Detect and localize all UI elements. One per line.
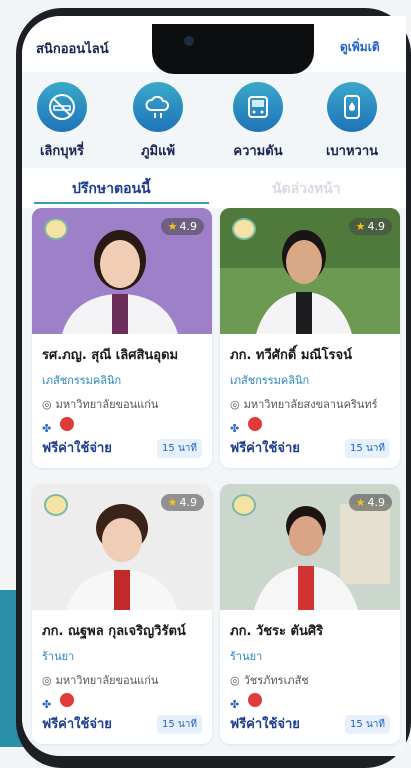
doctor-info: ภก. ณฐพล กุลเจริญวิรัตน์ ร้านยา ◎ มหาวิทย…: [32, 610, 212, 744]
allergy-cloud-icon: [133, 82, 183, 132]
doctor-card[interactable]: ★ 4.9 ภก. ทวีศักดิ์ มณีโรจน์ เภสัชกรรมคลิ…: [220, 208, 400, 468]
duration-badge: 15 นาที: [157, 715, 202, 734]
doctor-info: ภก. ทวีศักดิ์ มณีโรจน์ เภสัชกรรมคลินิก ◎…: [220, 334, 400, 468]
hospital-logo: [232, 218, 256, 240]
location-pin-icon: ◎: [42, 398, 52, 411]
doctor-location: ◎ มหาวิทยาลัยขอนแก่น: [42, 671, 204, 689]
rating-badge: ★ 4.9: [160, 218, 204, 235]
category-diabetes[interactable]: เบาหวาน: [312, 82, 392, 161]
doctor-info: รศ.ภญ. สุณี เลิศสินอุดม เภสัชกรรมคลินิก …: [32, 334, 212, 468]
doctor-specialty: ร้านยา: [230, 650, 263, 663]
tab-consult-now[interactable]: ปรึกษาตอนนี้: [72, 178, 151, 200]
doctor-photo: ★ 4.9: [220, 484, 400, 610]
pharmacy-badge-icon: ✤: [230, 698, 240, 711]
see-more-link[interactable]: ดูเพิ่มเติ: [340, 38, 380, 57]
doctor-location: ◎ วัชรภัทรเภสัช: [230, 671, 392, 689]
tab-book-appointment[interactable]: นัดล่วงหน้า: [272, 178, 341, 200]
rating-value: 4.9: [367, 220, 386, 233]
duration-badge: 15 นาที: [157, 439, 202, 458]
consult-tabs: ปรึกษาตอนนี้ นัดล่วงหน้า: [22, 168, 406, 208]
pharmacy-badge-icon: ✤: [42, 422, 52, 435]
red-badge-icon: [248, 417, 262, 431]
doctor-card[interactable]: ★ 4.9 ภก. วัชระ ตันศิริ ร้านยา ◎ วัชรภัทรเ…: [220, 484, 400, 744]
badges: ✤: [42, 693, 204, 711]
glucose-meter-icon: [327, 82, 377, 132]
location-pin-icon: ◎: [42, 674, 52, 687]
hospital-logo: [44, 494, 68, 516]
category-allergy[interactable]: ภูมิแพ้: [118, 82, 198, 161]
hospital-logo: [44, 218, 68, 240]
location-text: วัชรภัทรเภสัช: [243, 674, 309, 687]
star-icon: ★: [167, 496, 178, 509]
app-screen: สนิกออนไลน์ ดูเพิ่มเติ เลิกบุหรี่ ภูมิแพ…: [22, 16, 406, 756]
star-icon: ★: [355, 496, 366, 509]
price-label: ฟรีค่าใช้จ่าย: [42, 717, 112, 732]
star-icon: ★: [355, 220, 366, 233]
no-smoking-icon: [37, 82, 87, 132]
doctor-grid: ★ 4.9 รศ.ภญ. สุณี เลิศสินอุดม เภสัชกรรมคล…: [22, 208, 406, 756]
hospital-logo: [232, 494, 256, 516]
category-label: ภูมิแพ้: [140, 144, 176, 159]
section-title: สนิกออนไลน์: [36, 42, 109, 57]
doctor-card[interactable]: ★ 4.9 ภก. ณฐพล กุลเจริญวิรัตน์ ร้านยา ◎ มห…: [32, 484, 212, 744]
doctor-photo: ★ 4.9: [220, 208, 400, 334]
blood-pressure-monitor-icon: [233, 82, 283, 132]
price-label: ฟรีค่าใช้จ่าย: [42, 441, 112, 456]
doctor-photo: ★ 4.9: [32, 484, 212, 610]
doctor-specialty: เภสัชกรรมคลินิก: [230, 374, 310, 387]
star-icon: ★: [167, 220, 178, 233]
doctor-specialty: เภสัชกรรมคลินิก: [42, 374, 122, 387]
category-label: ความดัน: [233, 144, 283, 159]
red-badge-icon: [60, 693, 74, 707]
camera-icon: [184, 36, 194, 46]
price-label: ฟรีค่าใช้จ่าย: [230, 441, 300, 456]
rating-value: 4.9: [179, 220, 198, 233]
rating-value: 4.9: [179, 496, 198, 509]
badges: ✤: [230, 417, 392, 435]
doctor-specialty: ร้านยา: [42, 650, 75, 663]
category-row: เลิกบุหรี่ ภูมิแพ้ ความดัน เบาหวาน: [22, 72, 406, 168]
doctor-name: รศ.ภญ. สุณี เลิศสินอุดม: [42, 348, 179, 363]
doctor-name: ภก. ทวีศักดิ์ มณีโรจน์: [230, 348, 352, 363]
pharmacy-badge-icon: ✤: [230, 422, 240, 435]
location-text: มหาวิทยาลัยขอนแก่น: [55, 398, 159, 411]
category-label: เลิกบุหรี่: [39, 144, 85, 159]
category-label: เบาหวาน: [325, 144, 379, 159]
badges: ✤: [230, 693, 392, 711]
rating-badge: ★ 4.9: [348, 218, 392, 235]
doctor-name: ภก. วัชระ ตันศิริ: [230, 624, 324, 639]
category-quit-smoking[interactable]: เลิกบุหรี่: [22, 82, 102, 161]
red-badge-icon: [60, 417, 74, 431]
doctor-location: ◎ มหาวิทยาลัยสงขลานครินทร์: [230, 395, 392, 413]
rating-badge: ★ 4.9: [160, 494, 204, 511]
pharmacy-badge-icon: ✤: [42, 698, 52, 711]
location-pin-icon: ◎: [230, 674, 240, 687]
location-pin-icon: ◎: [230, 398, 240, 411]
doctor-location: ◎ มหาวิทยาลัยขอนแก่น: [42, 395, 204, 413]
phone-notch: [152, 24, 314, 74]
duration-badge: 15 นาที: [345, 439, 390, 458]
badges: ✤: [42, 417, 204, 435]
doctor-card[interactable]: ★ 4.9 รศ.ภญ. สุณี เลิศสินอุดม เภสัชกรรมคล…: [32, 208, 212, 468]
price-label: ฟรีค่าใช้จ่าย: [230, 717, 300, 732]
active-tab-indicator: [34, 202, 209, 204]
rating-badge: ★ 4.9: [348, 494, 392, 511]
duration-badge: 15 นาที: [345, 715, 390, 734]
red-badge-icon: [248, 693, 262, 707]
category-blood-pressure[interactable]: ความดัน: [218, 82, 298, 161]
doctor-info: ภก. วัชระ ตันศิริ ร้านยา ◎ วัชรภัทรเภสัช …: [220, 610, 400, 744]
location-text: มหาวิทยาลัยขอนแก่น: [55, 674, 159, 687]
rating-value: 4.9: [367, 496, 386, 509]
location-text: มหาวิทยาลัยสงขลานครินทร์: [243, 398, 378, 411]
doctor-photo: ★ 4.9: [32, 208, 212, 334]
doctor-name: ภก. ณฐพล กุลเจริญวิรัตน์: [42, 624, 186, 639]
